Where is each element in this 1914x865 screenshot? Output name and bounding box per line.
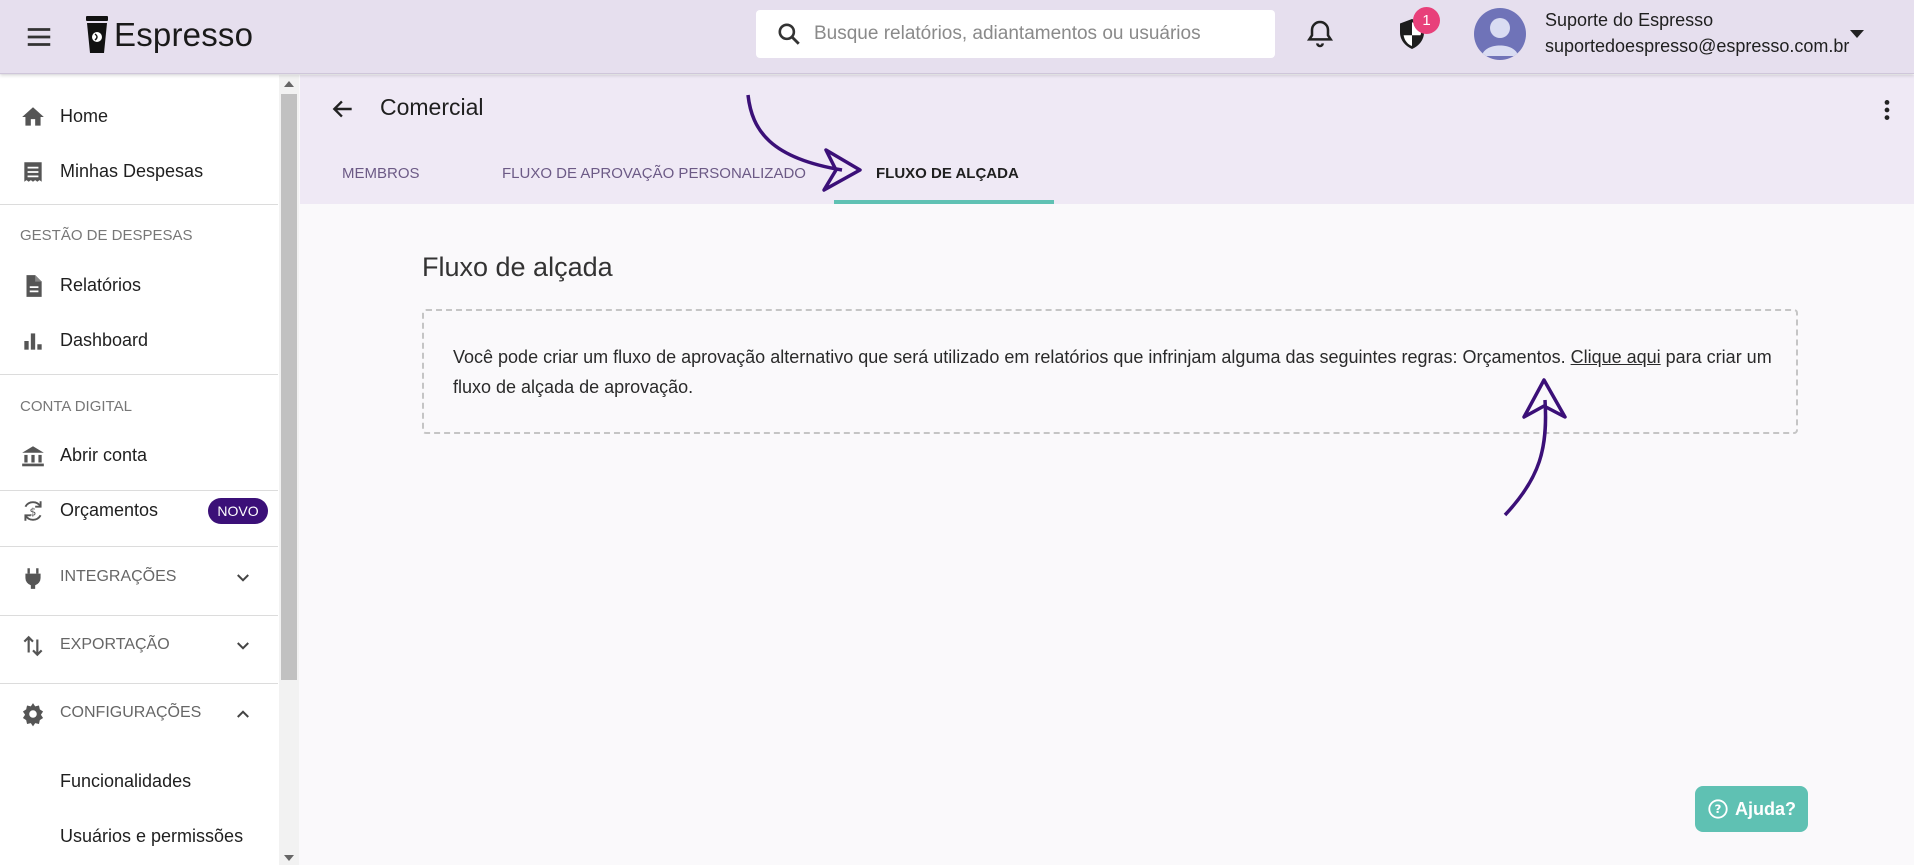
notification-badge: 1 [1413, 7, 1440, 34]
sidebar-divider [0, 546, 278, 547]
section-label-digital: CONTA DIGITAL [20, 398, 132, 415]
sidebar-item-label: Dashboard [60, 330, 149, 350]
scroll-up-arrow-icon[interactable] [283, 79, 295, 89]
currency-exchange-icon: $ [24, 501, 42, 521]
user-name: Suporte do Espresso [1545, 10, 1714, 30]
import-export-icon [23, 635, 43, 657]
svg-text:?: ? [1715, 802, 1722, 816]
hamburger-menu-icon[interactable] [24, 22, 54, 52]
user-avatar-icon [1482, 18, 1518, 56]
scrollbar-thumb[interactable] [281, 94, 297, 680]
sidebar-divider [0, 615, 278, 616]
sidebar-item-budgets[interactable]: $ Orçamentos NOVO [0, 496, 268, 526]
page-title: Comercial [380, 94, 484, 120]
sidebar-item-settings[interactable]: CONFIGURAÇÕES [0, 699, 268, 729]
sidebar-item-open-account[interactable]: Abrir conta [0, 441, 268, 471]
bar-chart-icon [24, 333, 42, 350]
home-icon [22, 107, 44, 126]
sidebar-item-label: CONFIGURAÇÕES [60, 704, 202, 721]
svg-text:$: $ [30, 505, 37, 518]
sidebar-item-label: INTEGRAÇÕES [60, 568, 177, 585]
sidebar-item-features[interactable]: Funcionalidades [0, 767, 268, 797]
sidebar: Home Minhas Despesas GESTÃO DE DESPESAS … [0, 75, 282, 865]
sidebar-item-dashboard[interactable]: Dashboard [0, 326, 268, 356]
page-header [300, 75, 1914, 204]
sidebar-item-label: Funcionalidades [60, 771, 192, 791]
tab-approval-threshold-flow[interactable]: FLUXO DE ALÇADA [876, 165, 1019, 182]
section-title: Fluxo de alçada [422, 252, 613, 282]
help-button-label: Ajuda? [1735, 798, 1796, 819]
sidebar-item-label: Home [60, 106, 109, 126]
sidebar-item-label: Minhas Despesas [60, 161, 204, 181]
sidebar-item-users-permissions[interactable]: Usuários e permissões [0, 822, 268, 852]
new-badge: NOVO [208, 498, 268, 524]
info-text-before: Você pode criar um fluxo de aprovação al… [453, 347, 1571, 367]
tab-custom-approval-flow[interactable]: FLUXO DE APROVAÇÃO PERSONALIZADO [502, 165, 806, 182]
sidebar-item-label: EXPORTAÇÃO [60, 636, 170, 653]
scroll-down-arrow-icon[interactable] [283, 853, 295, 863]
search-bar[interactable] [756, 10, 1275, 58]
back-arrow-icon[interactable] [330, 96, 356, 122]
chevron-down-icon [237, 574, 249, 582]
sidebar-divider [0, 204, 278, 205]
top-bar: Espresso 1 Suporte do Espresso suportedo… [0, 0, 1914, 74]
sidebar-item-label: Orçamentos [60, 500, 159, 520]
sidebar-item-export[interactable]: EXPORTAÇÃO [0, 631, 268, 661]
coffee-cup-icon [86, 16, 108, 53]
sidebar-divider [0, 374, 278, 375]
sidebar-divider [0, 683, 278, 684]
sidebar-divider [0, 490, 278, 491]
app-logo[interactable]: Espresso [84, 10, 253, 60]
info-text: Você pode criar um fluxo de aprovação al… [453, 342, 1783, 402]
sidebar-item-home[interactable]: Home [0, 102, 268, 132]
chevron-up-icon [237, 710, 249, 718]
avatar[interactable] [1474, 8, 1526, 60]
chevron-down-icon [237, 642, 249, 650]
caret-down-icon[interactable] [1848, 26, 1866, 42]
create-flow-link[interactable]: Clique aqui [1571, 347, 1661, 367]
section-label-expenses: GESTÃO DE DESPESAS [20, 227, 193, 244]
more-vertical-icon[interactable] [1874, 96, 1900, 124]
user-email: suportedoespresso@espresso.com.br [1545, 36, 1850, 56]
sidebar-item-reports[interactable]: Relatórios [0, 271, 268, 301]
help-circle-icon: ? [1708, 799, 1728, 819]
app-name: Espresso [114, 16, 254, 53]
sidebar-item-label: Relatórios [60, 275, 142, 295]
search-input[interactable] [814, 23, 1254, 45]
help-button[interactable]: ? Ajuda? [1695, 786, 1808, 832]
plug-icon [25, 568, 41, 589]
sidebar-item-integrations[interactable]: INTEGRAÇÕES [0, 563, 268, 593]
search-icon [778, 23, 800, 45]
sidebar-item-my-expenses[interactable]: Minhas Despesas [0, 157, 268, 187]
bank-icon [22, 446, 44, 467]
sidebar-item-label: Usuários e permissões [60, 826, 244, 846]
sidebar-item-label: Abrir conta [60, 445, 148, 465]
tab-members[interactable]: MEMBROS [342, 165, 420, 182]
bell-icon[interactable] [1304, 18, 1336, 50]
active-tab-indicator [834, 200, 1054, 204]
gear-icon [22, 703, 44, 727]
receipt-icon [24, 162, 42, 182]
document-icon [26, 275, 42, 297]
